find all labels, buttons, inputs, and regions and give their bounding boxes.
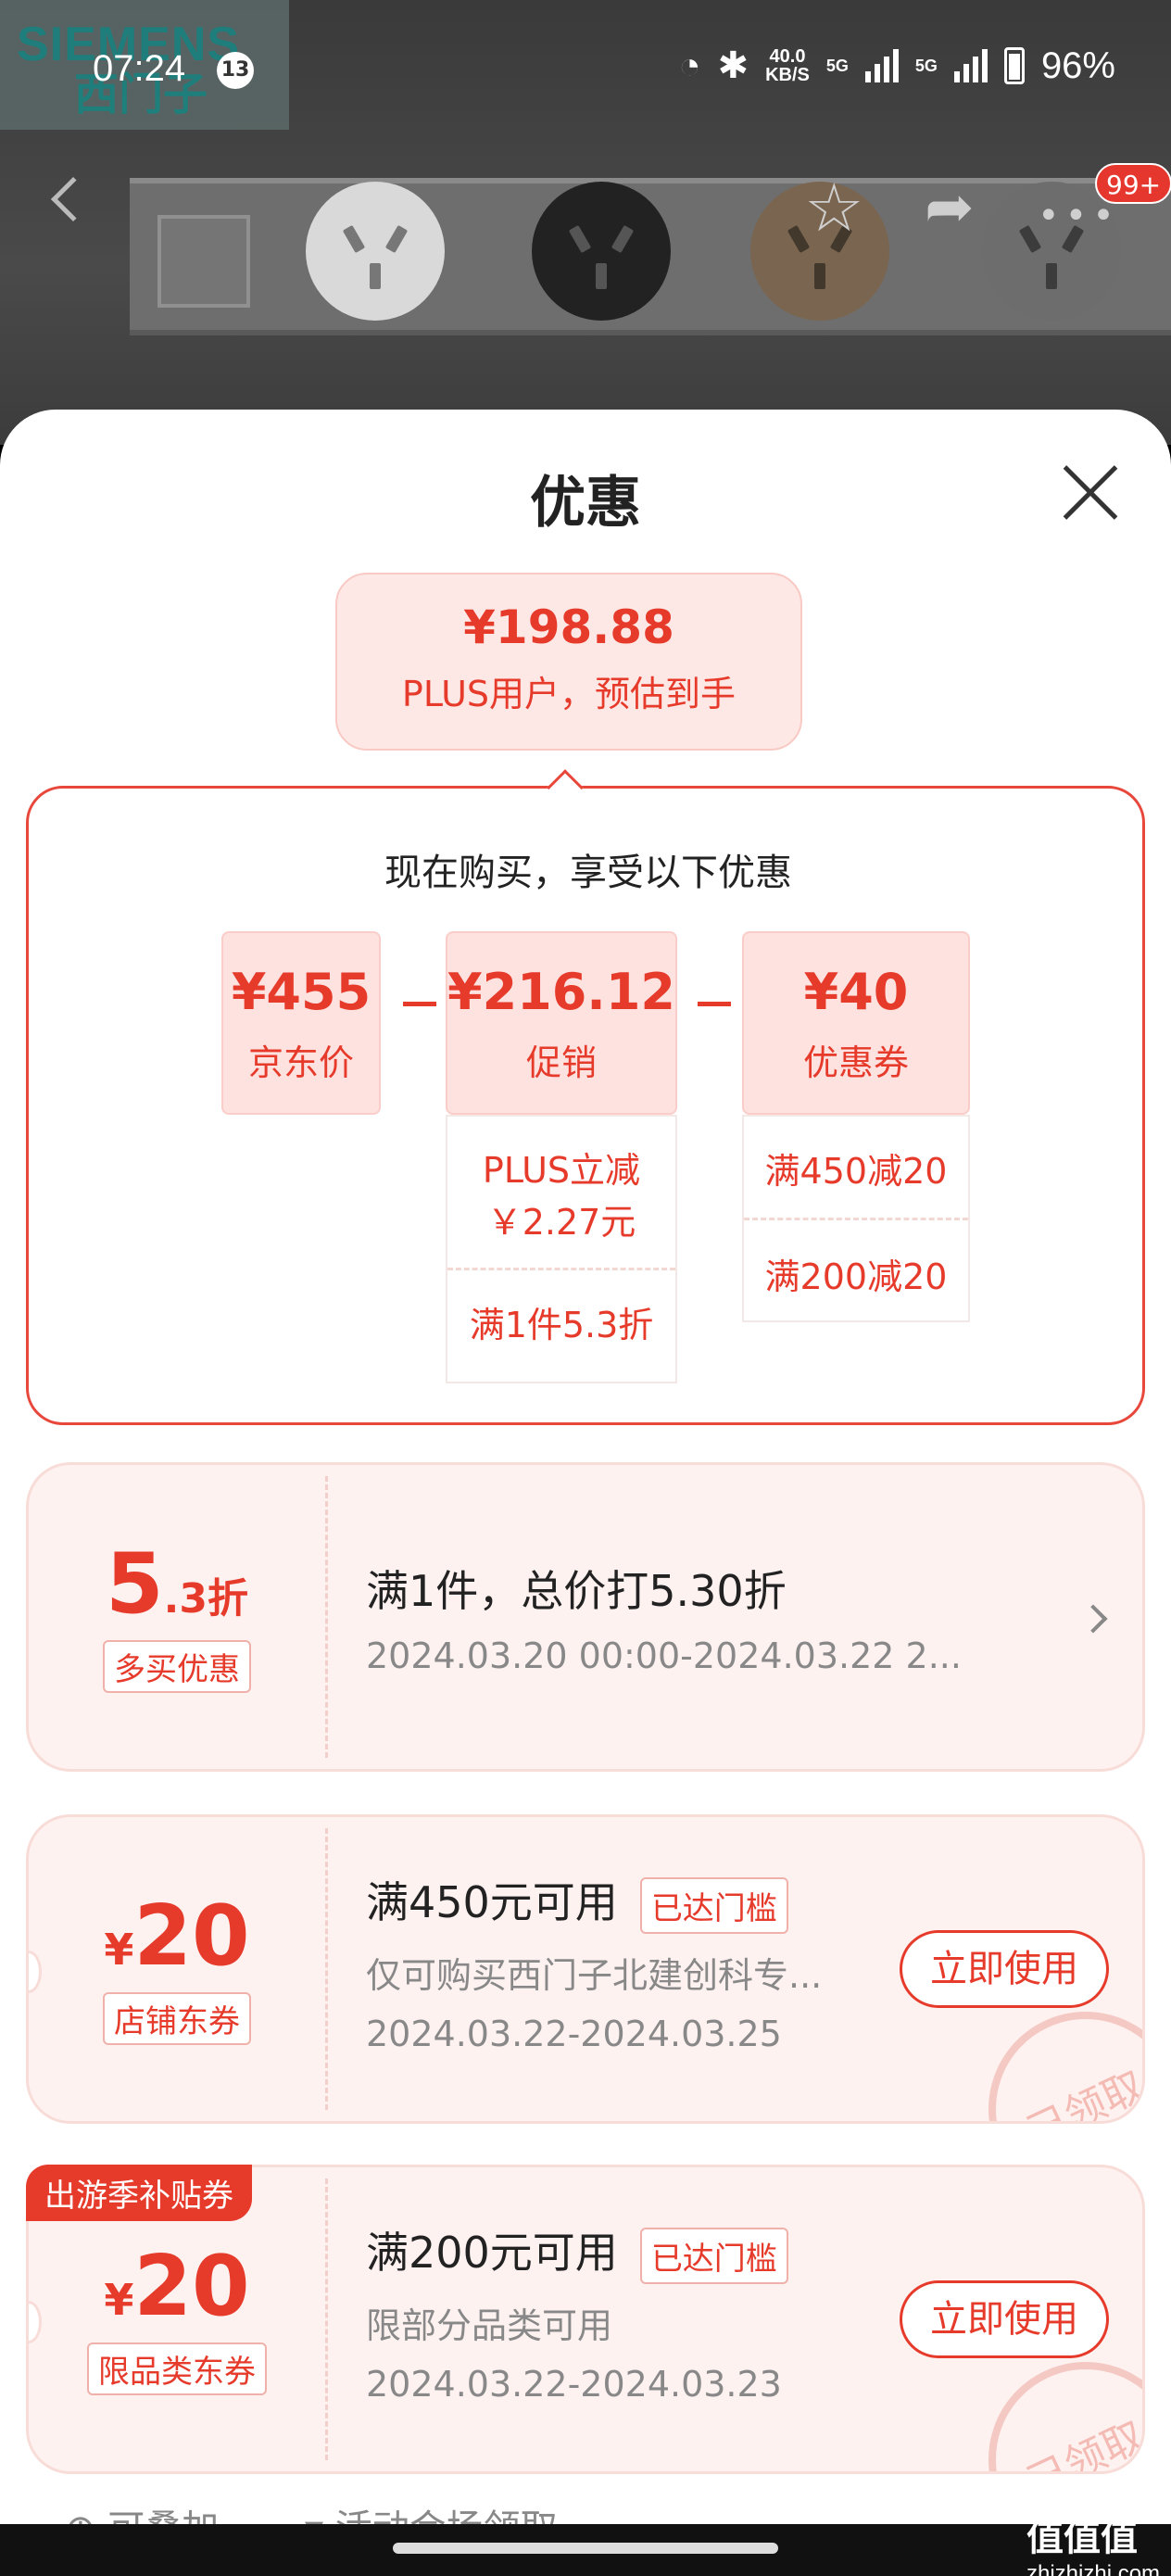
sheet-footer-legend: ⊕ 可叠加 ▾ 活动会场领取	[65, 2498, 632, 2524]
watermark-logo: 值值值	[1026, 2518, 1138, 2558]
coupon-card-shop: ¥20 店铺东券 满450元可用 已达门槛 仅可购买西门子北建创科专... 202…	[26, 1814, 1145, 2124]
speed-unit: KB/S	[765, 65, 810, 85]
minus-sign	[403, 1002, 436, 1006]
coupon-validity: 2024.03.22-2024.03.23	[366, 2364, 782, 2405]
promotion-detail-item: 满1件5.3折	[469, 1305, 654, 1345]
jd-price-value: ¥455	[231, 963, 371, 1021]
coupon-title: 满200元可用	[366, 2228, 618, 2278]
coupon-left: 5.3折 多买优惠	[29, 1465, 325, 1769]
use-now-button[interactable]: 立即使用	[900, 1930, 1109, 2008]
coupon-amount: 20	[133, 2238, 250, 2335]
socket-black	[532, 182, 671, 321]
estimated-price-label: PLUS用户，预估到手	[401, 674, 737, 714]
estimated-price-pill: ¥198.88 PLUS用户，预估到手	[335, 573, 802, 751]
status-time: 07:24	[93, 48, 186, 89]
coupon-scope: 仅可购买西门子北建创科专...	[366, 1955, 823, 1996]
coupon-currency: ¥	[104, 2275, 134, 2325]
coupon-validity: 2024.03.20 00:00-2024.03.22 2...	[366, 1635, 962, 1676]
bluetooth-icon: ✱	[717, 45, 749, 86]
coupon-details: 满450减20 满200减20	[742, 1115, 970, 1322]
jd-price-cell: ¥455 京东价	[221, 931, 381, 1115]
use-now-button[interactable]: 立即使用	[900, 2280, 1109, 2358]
notification-count-badge: 13	[217, 52, 254, 89]
coupon-left: ¥20 店铺东券	[29, 1817, 325, 2121]
coupon-cell: ¥40 优惠券	[742, 931, 970, 1115]
watermark-url: zhizhizhi.com	[1026, 2561, 1161, 2576]
promotion-label: 促销	[525, 1042, 597, 1083]
gesture-bar	[0, 2524, 1171, 2576]
venue-claim-label: ▾ 活动会场领取	[305, 2507, 595, 2524]
coupon-detail-item: 满450减20	[744, 1117, 968, 1220]
home-indicator[interactable]	[393, 2543, 778, 2554]
promotion-cell: ¥216.12 促销	[446, 931, 677, 1115]
battery-icon	[1003, 47, 1025, 84]
network-speed: 40.0 KB/S	[765, 47, 810, 84]
coupon-amount-suffix: .3折	[163, 1575, 248, 1623]
stackable-label: ⊕ 可叠加	[65, 2507, 256, 2524]
coupon-scope: 限部分品类可用	[366, 2305, 613, 2346]
coupon-divider	[325, 1476, 328, 1758]
coupon-tag: 多买优惠	[103, 1640, 251, 1693]
discount-sheet: 优惠 ¥198.88 PLUS用户，预估到手 现在购买，享受以下优惠 ¥455 …	[0, 410, 1171, 2524]
coupon-amount: 5	[106, 1535, 164, 1633]
promotion-detail-item: PLUS立减 ￥2.27元	[447, 1117, 675, 1270]
speed-value: 40.0	[769, 46, 806, 67]
chevron-right-icon[interactable]	[1078, 1604, 1108, 1634]
signal-5g-label: 5G	[825, 56, 849, 75]
watermark: 值值值 zhizhizhi.com	[1026, 2507, 1160, 2576]
promotion-detail-text: PLUS立减	[482, 1150, 641, 1191]
minus-sign	[698, 1002, 731, 1006]
coupon-label: 优惠券	[802, 1042, 909, 1083]
promotion-value: ¥216.12	[447, 963, 675, 1021]
coupon-title-row: 满200元可用 已达门槛	[366, 2219, 788, 2284]
stackable-text: 可叠加	[107, 2507, 219, 2524]
coupon-currency: ¥	[104, 1925, 134, 1975]
battery-percent: 96%	[1040, 44, 1115, 86]
coupon-validity: 2024.03.22-2024.03.25	[366, 2014, 782, 2054]
estimated-price: ¥198.88	[463, 600, 674, 654]
sheet-title: 优惠	[530, 471, 641, 536]
coupon-title-row: 满450元可用 已达门槛	[366, 1869, 788, 1934]
coupon-amount: 20	[133, 1888, 250, 1985]
signal-icon-2	[953, 49, 988, 82]
share-icon[interactable]: ➦	[925, 178, 975, 237]
coupon-value: ¥40	[803, 963, 909, 1021]
signal-icon	[864, 49, 899, 82]
threshold-reached-badge: 已达门槛	[639, 2228, 788, 2284]
promotion-detail-text: ￥2.27元	[486, 1202, 636, 1243]
rail-panel	[157, 215, 250, 308]
socket-white	[306, 182, 445, 321]
close-icon[interactable]	[1062, 463, 1119, 521]
coupon-tag: 限品类东券	[87, 2342, 267, 2395]
signal-5g-label-2: 5G	[914, 56, 938, 75]
cart-count-badge: 99+	[1095, 163, 1171, 204]
coupon-title: 满450元可用	[366, 1877, 618, 1927]
favorite-star-icon[interactable]: ☆	[804, 174, 864, 241]
coupon-tag: 店铺东券	[103, 1992, 251, 2045]
venue-claim-text: 活动会场领取	[335, 2507, 558, 2524]
coupon-card-multibuy[interactable]: 5.3折 多买优惠 满1件，总价打5.30折 2024.03.20 00:00-…	[26, 1462, 1145, 1772]
jd-price-label: 京东价	[247, 1042, 354, 1083]
coupon-detail-item: 满200减20	[764, 1256, 948, 1297]
coupon-divider	[325, 1828, 328, 2110]
coupon-divider	[325, 2178, 328, 2460]
speedometer-icon: ◔	[678, 44, 701, 86]
status-bar: 07:24 13 ◔ ✱ 40.0 KB/S 5G 5G 96%	[0, 37, 1171, 102]
coupon-title: 满1件，总价打5.30折	[366, 1566, 787, 1616]
promotion-details: PLUS立减 ￥2.27元 满1件5.3折	[446, 1115, 677, 1383]
summary-title: 现在购买，享受以下优惠	[384, 852, 792, 894]
threshold-reached-badge: 已达门槛	[639, 1877, 788, 1934]
discount-summary-box: 现在购买，享受以下优惠 ¥455 京东价 ¥216.12 促销 ¥40 优惠券 …	[26, 786, 1145, 1425]
subsidy-ribbon: 出游季补贴券	[26, 2165, 252, 2221]
